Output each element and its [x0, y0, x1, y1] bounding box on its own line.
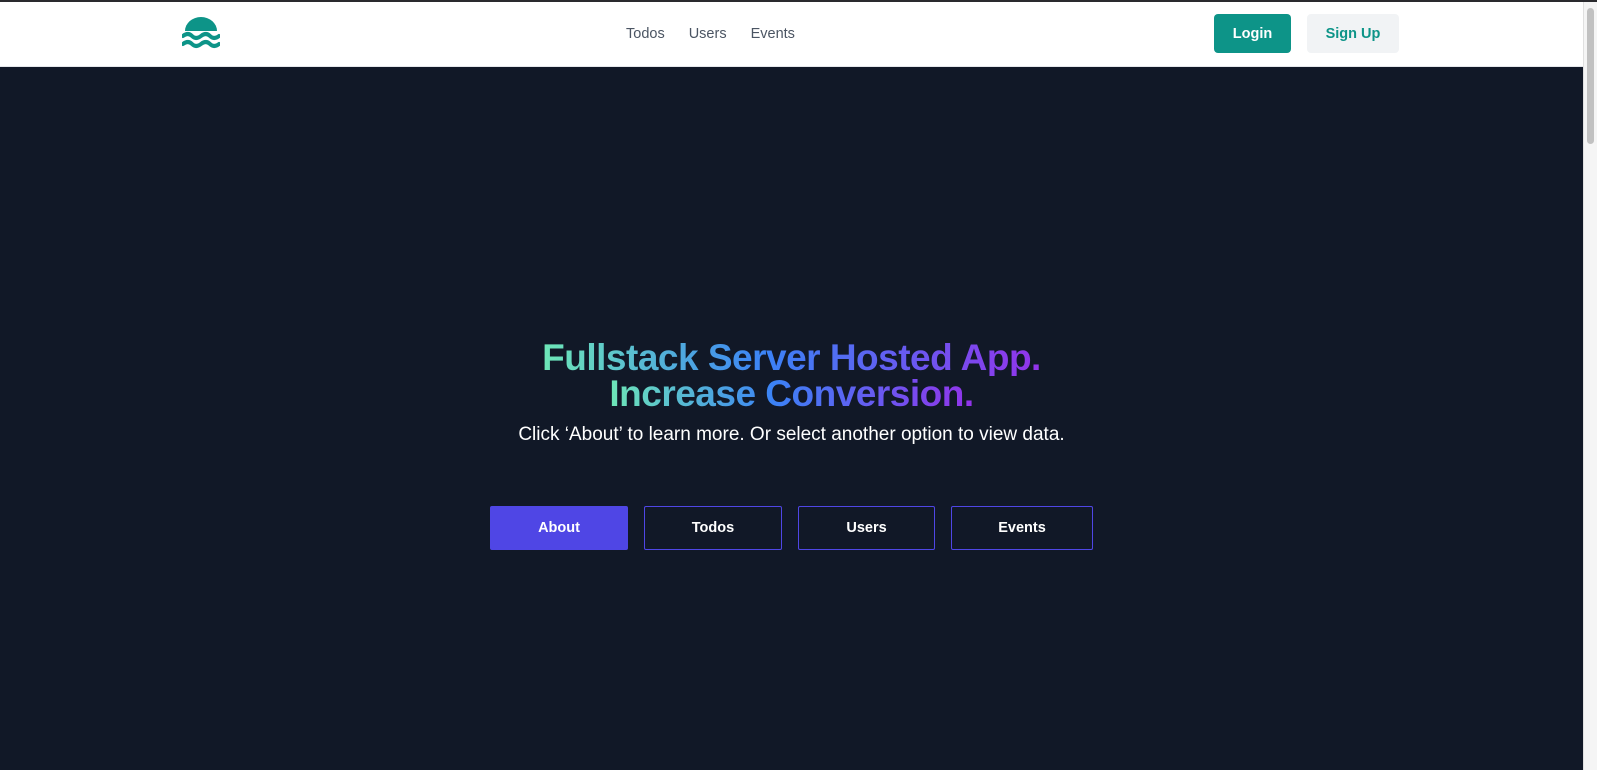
hero-section: Fullstack Server Hosted App. Increase Co…	[0, 337, 1583, 446]
waves-logo-icon[interactable]	[182, 17, 220, 51]
nav-links: Todos Users Events	[626, 2, 795, 66]
headline-line-2: Increase Conversion.	[609, 373, 974, 414]
navbar: Todos Users Events Login Sign Up	[0, 2, 1583, 67]
vertical-scrollbar[interactable]	[1583, 2, 1597, 770]
nav-link-todos[interactable]: Todos	[626, 26, 665, 42]
hero-headline: Fullstack Server Hosted App. Increase Co…	[0, 337, 1583, 414]
users-button[interactable]: Users	[798, 506, 935, 550]
scrollbar-thumb[interactable]	[1587, 8, 1594, 144]
hero-subtitle: Click ‘About’ to learn more. Or select a…	[518, 424, 1065, 445]
app-window: Todos Users Events Login Sign Up Fullsta…	[0, 2, 1583, 770]
nav-link-users[interactable]: Users	[689, 26, 727, 42]
signup-button[interactable]: Sign Up	[1307, 14, 1399, 53]
about-button[interactable]: About	[490, 506, 628, 550]
headline-line-1: Fullstack Server Hosted App.	[542, 337, 1041, 378]
nav-link-events[interactable]: Events	[751, 26, 795, 42]
login-button[interactable]: Login	[1214, 14, 1291, 53]
hero-button-group: About Todos Users Events	[0, 506, 1583, 550]
todos-button[interactable]: Todos	[644, 506, 782, 550]
events-button[interactable]: Events	[951, 506, 1093, 550]
